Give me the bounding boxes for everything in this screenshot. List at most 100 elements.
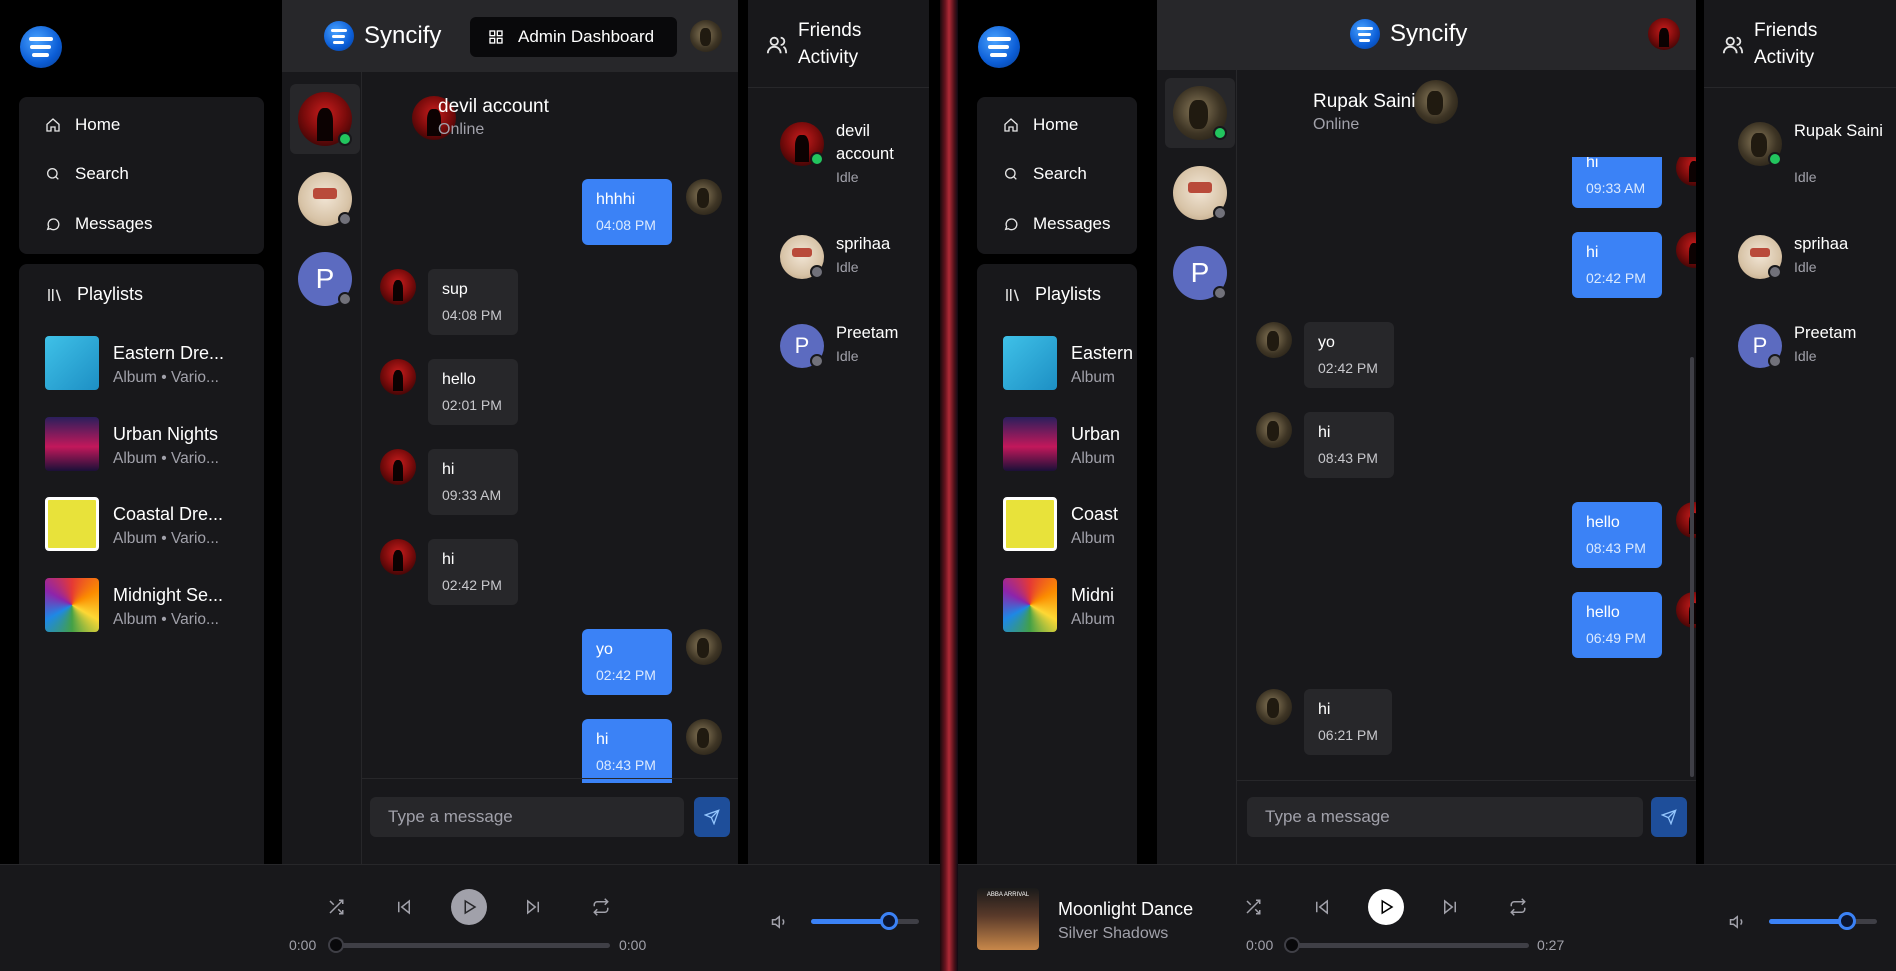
playlist-item[interactable]: Eastern Album (1003, 336, 1137, 392)
send-icon (1661, 809, 1677, 825)
message-time: 04:08 PM (442, 307, 502, 323)
nav-home[interactable]: Home (1003, 115, 1078, 135)
send-button[interactable] (1651, 797, 1687, 837)
time-current: 0:00 (1246, 937, 1274, 953)
volume-button[interactable] (1728, 912, 1748, 932)
shuffle-button[interactable] (1241, 895, 1265, 919)
track-title[interactable]: Moonlight Dance (1058, 899, 1193, 920)
nav-messages[interactable]: Messages (45, 214, 152, 234)
contact-item[interactable] (1165, 78, 1235, 148)
message-text: hi (1318, 424, 1331, 441)
friend-status: Idle (836, 259, 859, 275)
shuffle-button[interactable] (324, 895, 348, 919)
nav-search[interactable]: Search (1003, 164, 1087, 184)
play-icon (1381, 899, 1394, 915)
nav-messages-label: Messages (1033, 214, 1111, 233)
playlist-item[interactable]: Coastal Dre... Album • Vario... (45, 497, 264, 553)
message-time: 02:42 PM (1586, 270, 1646, 286)
progress-track[interactable] (1293, 943, 1529, 948)
search-icon (47, 168, 59, 180)
syncify-logo-icon (1350, 19, 1380, 49)
progress-knob[interactable] (328, 937, 344, 953)
play-button[interactable] (451, 889, 487, 925)
message-text: hi (596, 731, 609, 748)
scrollbar-thumb[interactable] (1690, 357, 1694, 777)
library-icon (1006, 288, 1019, 301)
album-art[interactable]: ABBA ARRIVAL (977, 888, 1039, 950)
status-online-dot (1768, 152, 1782, 166)
playlist-cover (1003, 417, 1057, 471)
playlist-name: Coastal Dre... (113, 504, 224, 524)
progress-track[interactable] (336, 943, 610, 948)
contact-item[interactable] (290, 164, 360, 234)
message-bubble: hhhhi 04:08 PM (582, 179, 672, 245)
syncify-logo-icon[interactable] (978, 26, 1020, 68)
play-button[interactable] (1368, 889, 1404, 925)
playlists-label: Playlists (77, 284, 144, 304)
status-online-dot (810, 152, 824, 166)
friends-header: Friends Activity (1704, 0, 1896, 88)
user-avatar[interactable] (690, 20, 722, 52)
playlist-item[interactable]: Urban Album (1003, 417, 1137, 473)
brand[interactable]: Syncify (324, 21, 441, 51)
previous-button[interactable] (392, 895, 416, 919)
brand[interactable]: Syncify (1350, 19, 1467, 49)
track-artist[interactable]: Silver Shadows (1058, 925, 1168, 943)
status-idle-dot (810, 265, 824, 279)
progress-knob[interactable] (1284, 937, 1300, 953)
nav-home-label: Home (75, 115, 121, 134)
nav-messages-label: Messages (75, 214, 153, 233)
library-icon (48, 288, 61, 301)
message-avatar (1676, 157, 1696, 186)
playlist-item[interactable]: Midni Album (1003, 578, 1137, 634)
app-window-right: Home Search Messages Playlists Eastern A… (958, 0, 1896, 971)
brand-name: Syncify (364, 22, 442, 49)
next-button[interactable] (1438, 895, 1462, 919)
repeat-button[interactable] (1506, 895, 1530, 919)
playlist-meta: Album • Vario... (113, 450, 219, 467)
message-bubble: hello 08:43 PM (1572, 502, 1662, 568)
search-icon (1005, 168, 1017, 180)
admin-dashboard-button[interactable]: Admin Dashboard (470, 17, 677, 57)
send-button[interactable] (694, 797, 730, 837)
contact-item[interactable] (290, 84, 360, 154)
volume-knob[interactable] (1837, 912, 1856, 930)
syncify-logo-icon (324, 21, 354, 51)
syncify-logo-icon[interactable] (20, 26, 62, 68)
contact-item[interactable] (1165, 158, 1235, 228)
playlist-item[interactable]: Midnight Se... Album • Vario... (45, 578, 264, 634)
message-input[interactable] (370, 797, 684, 837)
volume-button[interactable] (770, 912, 790, 932)
nav-home[interactable]: Home (45, 115, 120, 135)
home-icon (1004, 118, 1018, 132)
message-text: yo (1318, 334, 1335, 351)
message-input[interactable] (1247, 797, 1643, 837)
messages-scroll[interactable]: hi 09:33 AM hi 02:42 PM yo 02:42 PM hi 0… (1239, 157, 1696, 777)
contact-item[interactable]: P (1165, 238, 1235, 308)
friend-status: Idle (836, 169, 859, 185)
contact-item[interactable]: P (290, 244, 360, 314)
playlist-name: Midni (1071, 585, 1115, 605)
users-icon (1722, 36, 1744, 54)
playlist-item[interactable]: Urban Nights Album • Vario... (45, 417, 264, 473)
user-avatar[interactable] (1648, 18, 1680, 50)
volume-knob[interactable] (879, 912, 898, 930)
message-avatar (1256, 412, 1292, 448)
friend-name: Preetam (1794, 324, 1857, 342)
nav-messages[interactable]: Messages (1003, 214, 1110, 234)
playlist-item[interactable]: Coast Album (1003, 497, 1137, 553)
friends-title: Friends Activity (1754, 20, 1818, 68)
status-idle-dot (1213, 286, 1227, 300)
users-icon (766, 36, 788, 54)
message-time: 02:01 PM (442, 397, 502, 413)
repeat-icon (1510, 898, 1526, 916)
message-text: hi (1586, 157, 1599, 171)
friend-name: sprihaa (1794, 235, 1849, 253)
playlist-item[interactable]: Eastern Dre... Album • Vario... (45, 336, 264, 392)
next-button[interactable] (521, 895, 545, 919)
nav-search[interactable]: Search (45, 164, 129, 184)
message-avatar (380, 269, 416, 305)
previous-button[interactable] (1310, 895, 1334, 919)
friend-name: sprihaa (836, 235, 891, 253)
repeat-button[interactable] (589, 895, 613, 919)
